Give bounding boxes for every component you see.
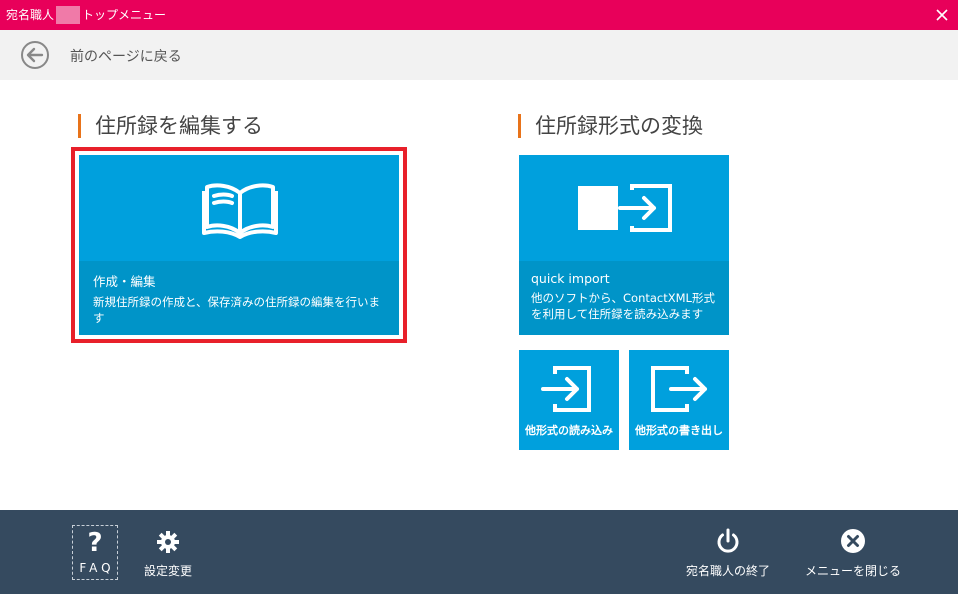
- import-other-label: 他形式の読み込み: [525, 424, 613, 437]
- close-menu-button[interactable]: メニューを閉じる: [800, 528, 906, 579]
- square-arrow-import-icon: [578, 184, 672, 232]
- quit-app-label: 宛名職人の終了: [685, 564, 770, 578]
- close-menu-label: メニューを閉じる: [804, 564, 901, 578]
- back-arrow-icon[interactable]: [20, 40, 50, 70]
- import-other-tile[interactable]: 他形式の読み込み: [519, 350, 619, 450]
- edit-tile[interactable]: 作成・編集 新規住所録の作成と、保存済みの住所録の編集を行います: [79, 155, 399, 335]
- title-bar: 宛名職人 トップメニュー: [0, 0, 958, 30]
- back-bar: 前のページに戻る: [0, 30, 958, 80]
- footer-bar: ? FAQ 設定変更 宛名職人の終了 メニューを閉じる: [0, 510, 958, 594]
- gear-icon: [157, 531, 179, 553]
- back-link[interactable]: 前のページに戻る: [70, 46, 182, 66]
- export-other-tile[interactable]: 他形式の書き出し: [629, 350, 729, 450]
- window-title: 宛名職人 トップメニュー: [6, 0, 166, 30]
- redacted-region: [56, 6, 81, 24]
- quick-import-title: quick import: [531, 271, 610, 286]
- faq-label: FAQ: [79, 561, 115, 575]
- window-title-suffix: トップメニュー: [82, 8, 167, 22]
- close-circle-icon: [841, 529, 865, 553]
- power-icon: [717, 528, 739, 553]
- edit-tile-description: 新規住所録の作成と、保存済みの住所録の編集を行います: [93, 295, 381, 325]
- settings-button[interactable]: 設定変更: [140, 528, 196, 579]
- edit-tile-title: 作成・編集: [93, 274, 156, 289]
- window-title-prefix: 宛名職人: [6, 8, 55, 22]
- quit-app-button[interactable]: 宛名職人の終了: [680, 528, 776, 579]
- faq-button[interactable]: ? FAQ: [72, 525, 118, 580]
- import-icon: [541, 366, 591, 412]
- edit-section-title: 住所録を編集する: [78, 114, 263, 138]
- settings-label: 設定変更: [143, 564, 192, 578]
- export-other-label: 他形式の書き出し: [635, 424, 723, 437]
- convert-section-title: 住所録形式の変換: [518, 114, 703, 138]
- quick-import-description: 他のソフトから、ContactXML形式を利用して住所録を読み込みます: [531, 291, 715, 321]
- open-book-icon: [202, 183, 278, 239]
- close-icon[interactable]: [934, 7, 950, 23]
- export-icon: [651, 366, 707, 412]
- quick-import-tile[interactable]: quick import 他のソフトから、ContactXML形式を利用して住所…: [519, 155, 729, 335]
- question-icon: ?: [87, 528, 103, 558]
